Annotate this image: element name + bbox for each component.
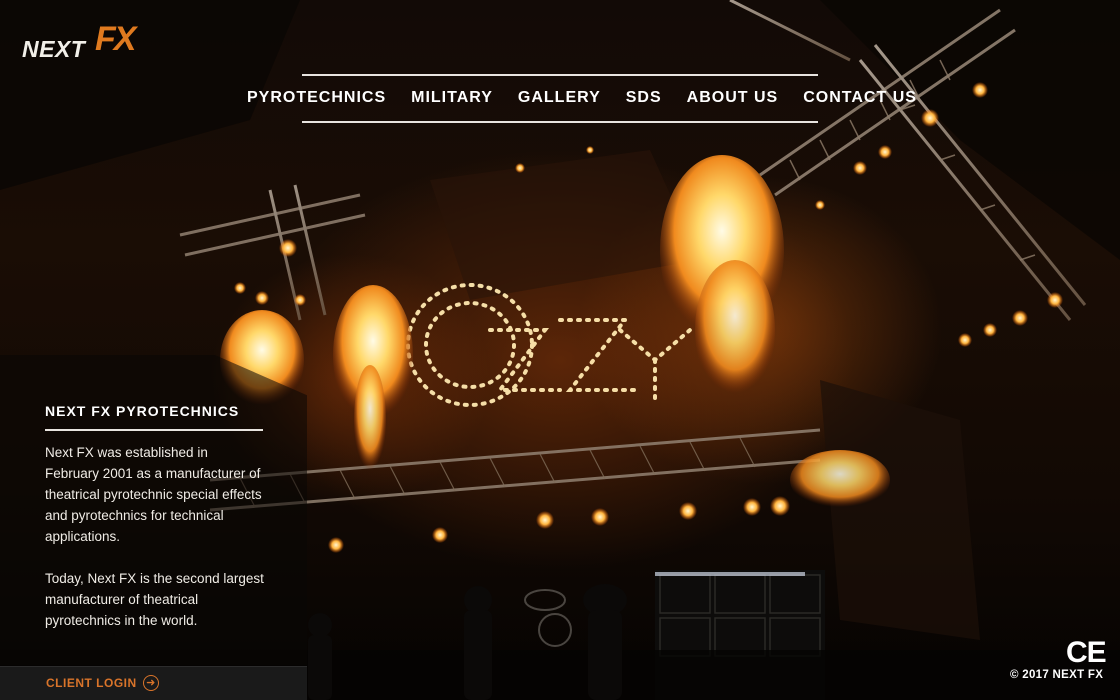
nav-item-contact-us[interactable]: CONTACT US (803, 89, 917, 107)
nav-item-about-us[interactable]: ABOUT US (687, 89, 779, 107)
client-login-label: CLIENT LOGIN (46, 676, 137, 690)
main-navigation: PYROTECHNICS MILITARY GALLERY SDS ABOUT … (247, 89, 942, 107)
intro-title: NEXT FX PYROTECHNICS (45, 403, 240, 419)
nav-item-pyrotechnics[interactable]: PYROTECHNICS (247, 89, 386, 107)
copyright-text: © 2017 NEXT FX (1010, 669, 1104, 681)
nav-item-military[interactable]: MILITARY (411, 89, 493, 107)
ce-certification-mark: CE (1066, 636, 1107, 669)
nav-item-sds[interactable]: SDS (626, 89, 662, 107)
logo-wordmark: NEXT (22, 36, 86, 62)
logo-fx-mark: FX (95, 20, 136, 58)
nav-item-gallery[interactable]: GALLERY (518, 89, 601, 107)
intro-divider (45, 429, 263, 431)
nav-bottom-divider (302, 121, 818, 123)
arrow-right-circle-icon: ➜ (142, 675, 159, 691)
client-login-button[interactable]: CLIENT LOGIN ➜ (46, 675, 159, 691)
nav-top-divider (302, 74, 818, 76)
intro-paragraph-1: Next FX was established in February 2001… (45, 445, 262, 544)
intro-paragraph-2: Today, Next FX is the second largest man… (45, 571, 264, 628)
client-login-bar: CLIENT LOGIN ➜ (0, 666, 307, 700)
next-fx-logo[interactable]: NEXT FX (22, 20, 147, 64)
